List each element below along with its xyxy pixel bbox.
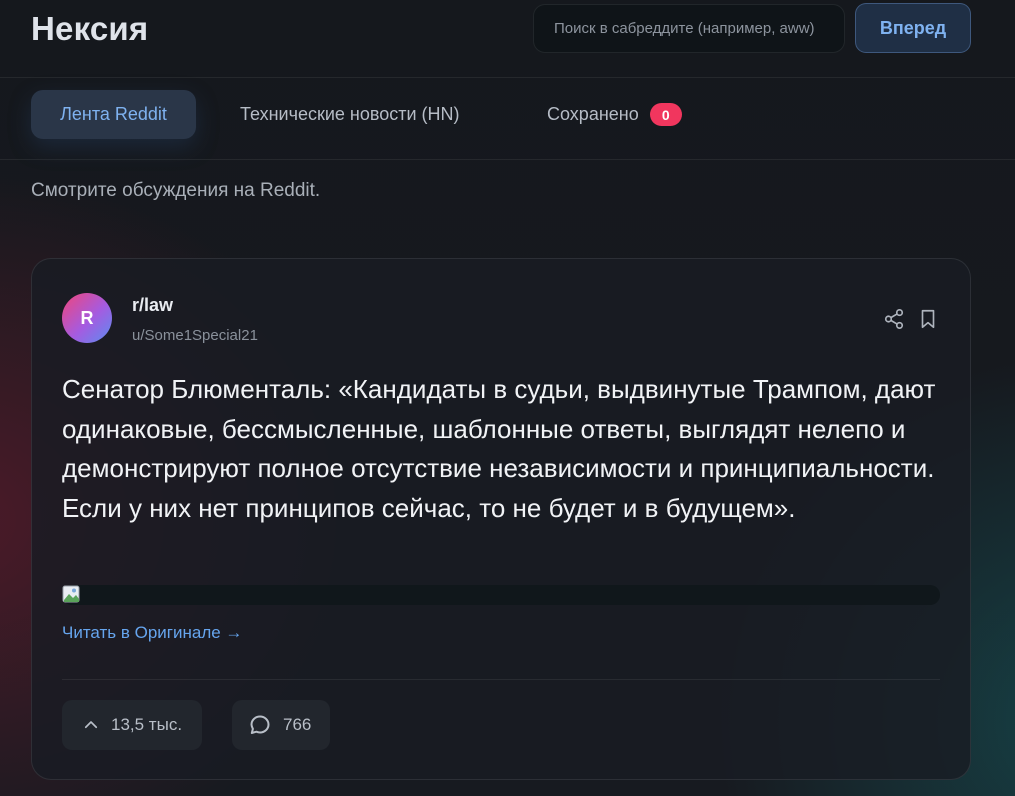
page-subtitle: Смотрите обсуждения на Reddit. bbox=[31, 180, 321, 201]
share-icon[interactable] bbox=[882, 307, 906, 331]
card-divider bbox=[62, 679, 940, 680]
tab-reddit-feed[interactable]: Лента Reddit bbox=[31, 90, 196, 139]
upvote-button[interactable]: 13,5 тыс. bbox=[62, 700, 202, 750]
top-header: Нексия Вперед bbox=[0, 0, 1015, 78]
comments-button[interactable]: 766 bbox=[232, 700, 330, 750]
comment-bubble-icon bbox=[250, 715, 270, 734]
post-card: R r/law u/Some1Special21 Сенатор Блюмент… bbox=[31, 258, 971, 780]
tab-label: Лента Reddit bbox=[60, 104, 167, 124]
post-author[interactable]: u/Some1Special21 bbox=[132, 327, 258, 344]
saved-count-badge: 0 bbox=[649, 103, 682, 126]
tab-saved[interactable]: Сохранено 0 bbox=[547, 90, 682, 139]
bookmark-icon[interactable] bbox=[916, 307, 940, 331]
tab-label: Сохранено bbox=[547, 104, 639, 124]
go-button[interactable]: Вперед bbox=[855, 3, 971, 53]
post-title[interactable]: Сенатор Блюменталь: «Кандидаты в судьи, … bbox=[62, 370, 942, 528]
broken-image-icon bbox=[62, 585, 82, 605]
tab-bar: Лента Reddit Технические новости (HN) Со… bbox=[0, 78, 1015, 160]
subreddit-avatar: R bbox=[62, 293, 112, 343]
post-media bbox=[62, 585, 940, 605]
app-title: Нексия bbox=[31, 10, 149, 47]
subreddit-search-input[interactable] bbox=[533, 4, 845, 53]
read-original-link[interactable]: Читать в Оригинале → bbox=[62, 623, 242, 643]
chevron-up-icon bbox=[84, 721, 98, 729]
tab-hacker-news[interactable]: Технические новости (HN) bbox=[240, 90, 460, 139]
comment-count: 766 bbox=[283, 715, 312, 734]
tab-label: Технические новости (HN) bbox=[240, 104, 460, 124]
vote-count: 13,5 тыс. bbox=[111, 715, 183, 734]
subreddit-name[interactable]: r/law bbox=[132, 295, 173, 316]
